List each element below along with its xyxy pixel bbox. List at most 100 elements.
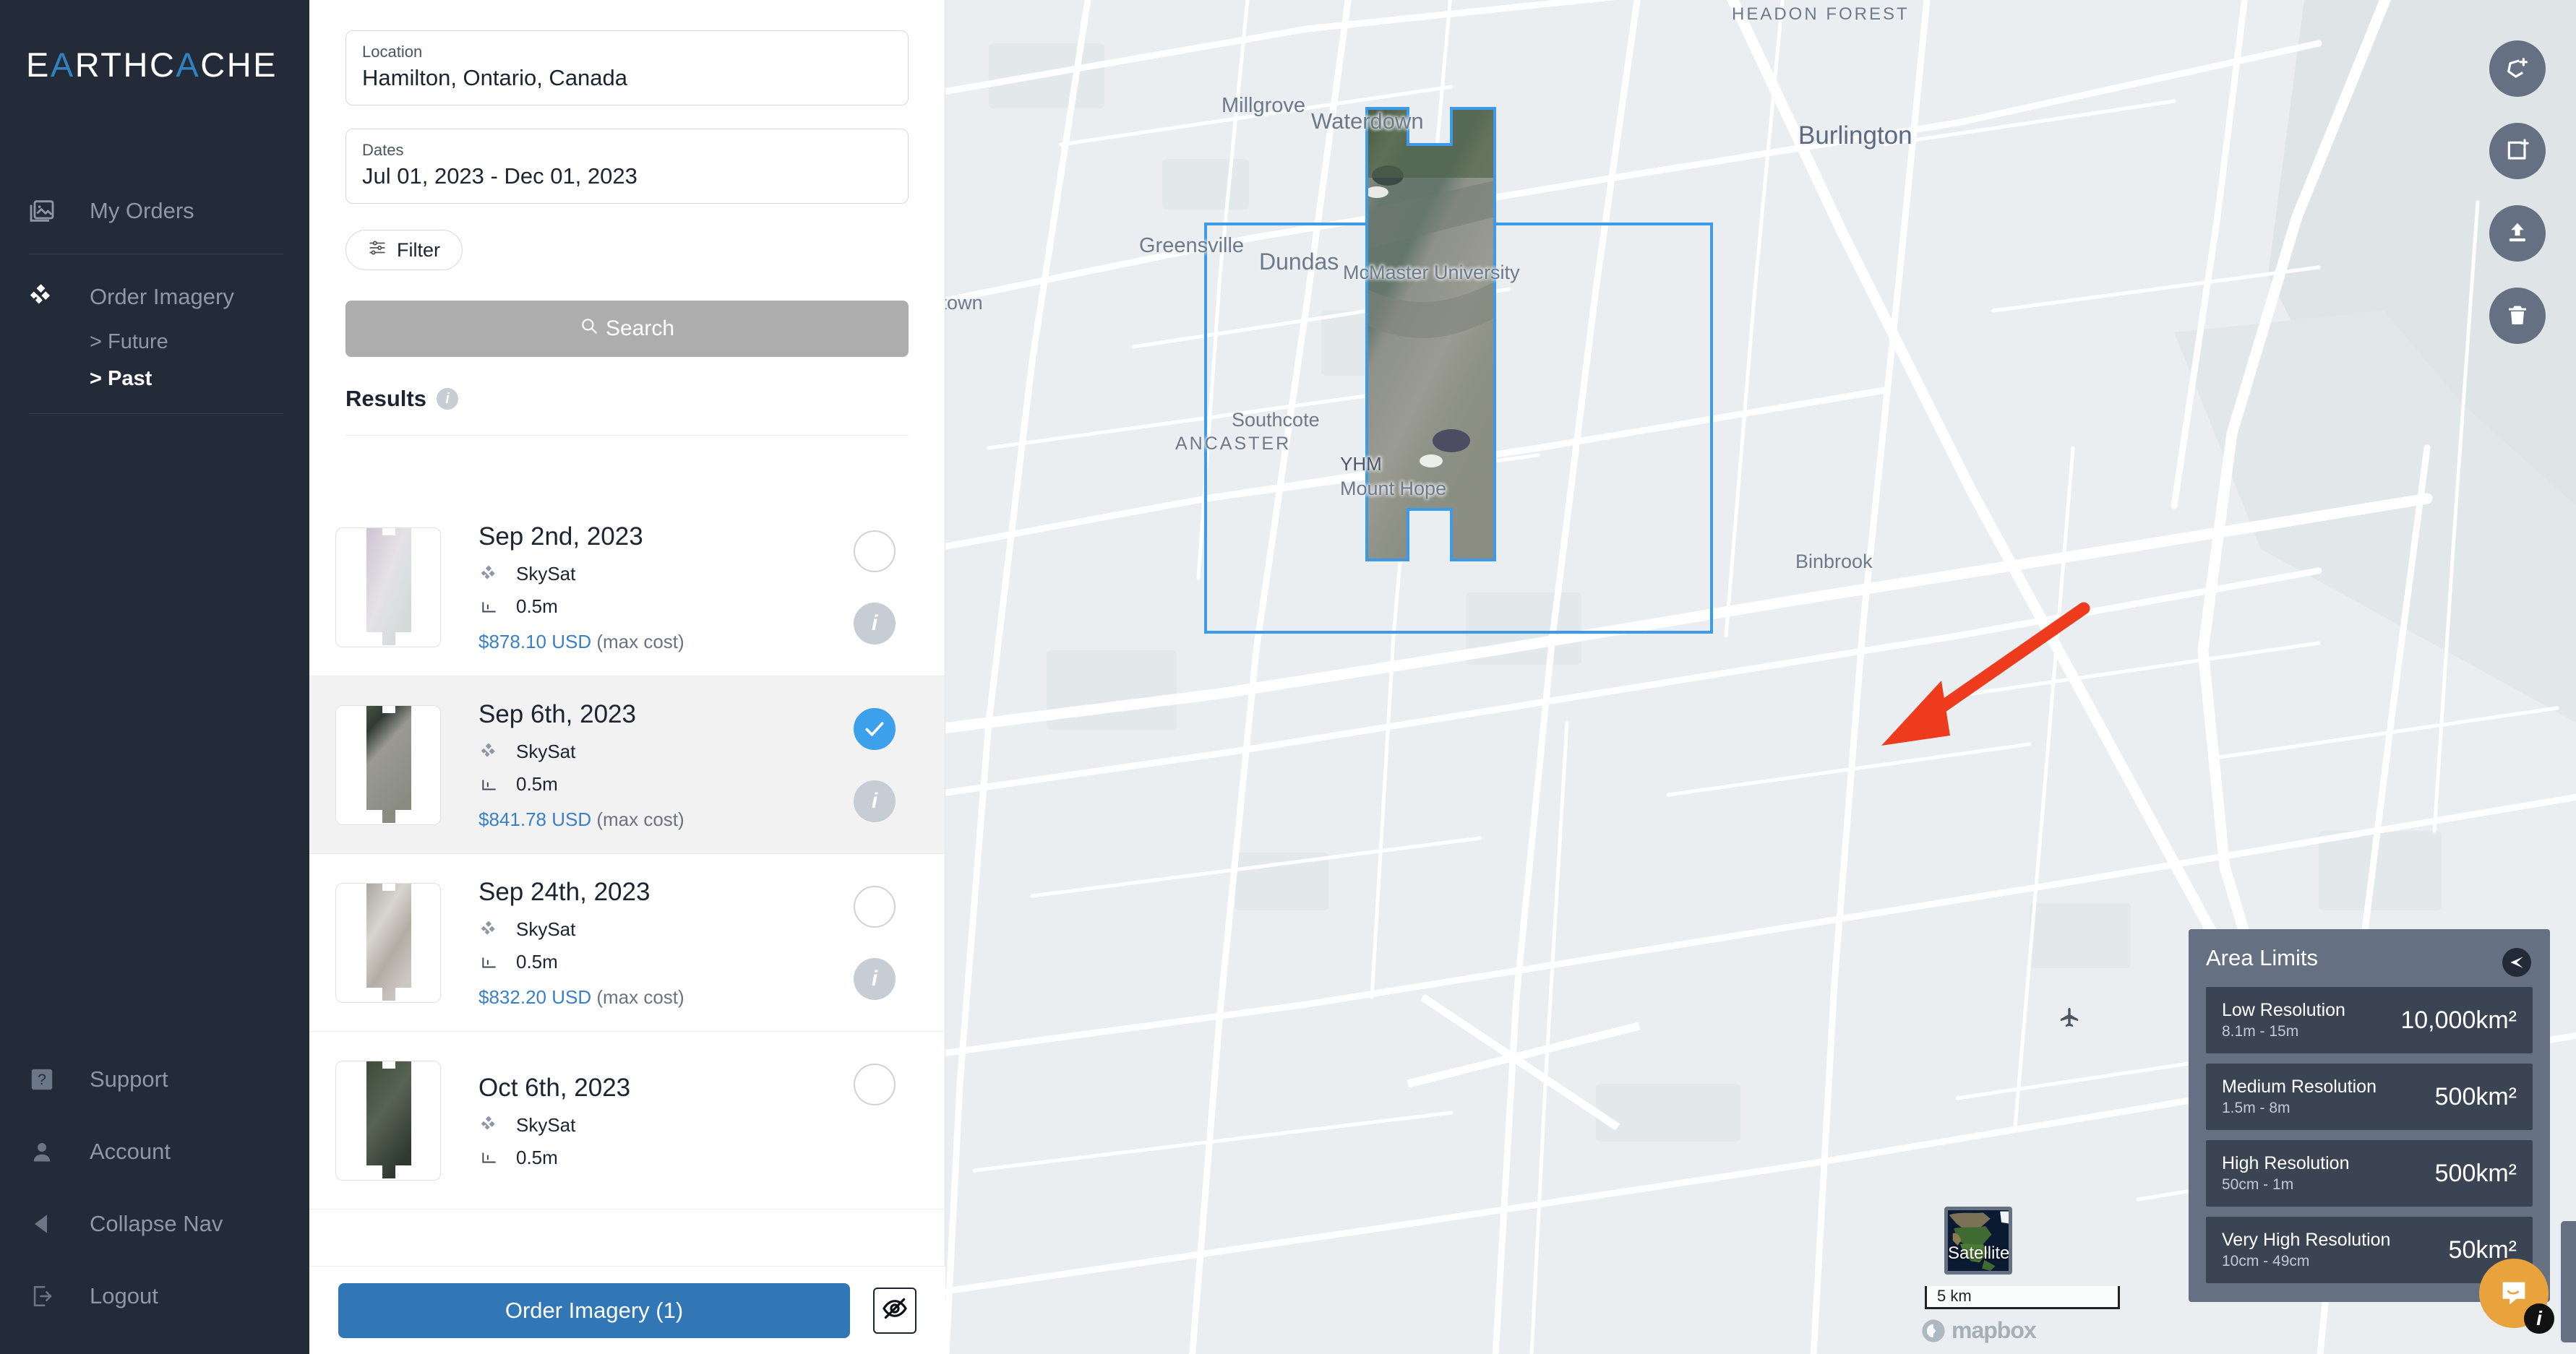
logo-accent-2: A	[176, 46, 201, 84]
logo-part-2: RTHC	[74, 46, 176, 84]
primary-nav: My Orders Order Imagery > Future > Past	[0, 184, 309, 414]
sidebar-item-collapse-nav[interactable]: Collapse Nav	[0, 1188, 309, 1260]
satellite-style-toggle[interactable]: Satellite	[1944, 1207, 2012, 1275]
result-price: $841.78 USD (max cost)	[478, 808, 842, 831]
satellite-icon	[478, 919, 500, 941]
resolution-icon	[478, 1147, 500, 1168]
search-button[interactable]: Search	[345, 301, 909, 357]
result-select-radio[interactable]	[854, 1063, 896, 1105]
result-meta: Sep 6th, 2023 SkySat 0.5m $841.78 USD (m…	[441, 699, 842, 831]
location-input[interactable]: Hamilton, Ontario, Canada	[362, 63, 892, 93]
area-limit-row: Medium Resolution 1.5m - 8m 500km²	[2206, 1064, 2533, 1130]
filter-button[interactable]: Filter	[345, 230, 463, 270]
result-resolution-line: 0.5m	[478, 1147, 842, 1169]
logout-icon	[26, 1280, 58, 1312]
sidebar-item-support[interactable]: ? Support	[0, 1043, 309, 1116]
result-actions: i	[842, 705, 909, 825]
results-label: Results	[345, 386, 426, 411]
table-row[interactable]: Sep 2nd, 2023 SkySat 0.5m $878.10 USD (m…	[309, 499, 945, 676]
sidebar-item-label: Collapse Nav	[90, 1211, 223, 1236]
draw-polygon-icon[interactable]	[2489, 40, 2546, 97]
result-sensor-line: SkySat	[478, 1114, 842, 1137]
result-sensor: SkySat	[516, 741, 576, 762]
area-limit-range: 1.5m - 8m	[2222, 1100, 2291, 1116]
table-row[interactable]: Sep 24th, 2023 SkySat 0.5m $832.20 USD (…	[309, 854, 945, 1032]
help-icon: ?	[26, 1064, 58, 1095]
sidebar: EARTHCACHE My Orders Order Imagery > Fut…	[0, 0, 309, 1354]
sidebar-item-label: Order Imagery	[90, 284, 234, 309]
result-select-radio[interactable]	[854, 707, 896, 750]
area-limit-name: Medium Resolution	[2222, 1077, 2377, 1097]
logo-part-3: CHE	[200, 46, 278, 84]
compass-icon[interactable]	[2502, 948, 2531, 977]
location-label: Location	[362, 43, 423, 61]
area-limit-value: 500km²	[2434, 1159, 2517, 1187]
resolution-icon	[478, 596, 500, 618]
dates-field[interactable]: Dates Jul 01, 2023 - Dec 01, 2023	[345, 129, 909, 204]
logo-part-1: E	[26, 46, 51, 84]
result-resolution: 0.5m	[516, 595, 558, 617]
eye-off-icon	[881, 1295, 909, 1326]
results-list[interactable]: Sep 2nd, 2023 SkySat 0.5m $878.10 USD (m…	[309, 499, 945, 1266]
result-select-radio[interactable]	[854, 530, 896, 572]
sidebar-subitem-future[interactable]: > Future	[0, 324, 309, 361]
sidebar-item-account[interactable]: Account	[0, 1116, 309, 1188]
result-meta: Sep 2nd, 2023 SkySat 0.5m $878.10 USD (m…	[441, 521, 842, 653]
result-price-note: (max cost)	[596, 808, 684, 830]
location-field[interactable]: Location Hamilton, Ontario, Canada	[345, 30, 909, 105]
order-imagery-button[interactable]: Order Imagery (1)	[338, 1282, 850, 1338]
svg-text:?: ?	[38, 1071, 46, 1088]
result-thumbnail	[335, 527, 441, 647]
area-limit-range: 50cm - 1m	[2222, 1176, 2294, 1193]
dates-input[interactable]: Jul 01, 2023 - Dec 01, 2023	[362, 161, 892, 191]
results-info-icon[interactable]: i	[436, 388, 458, 410]
result-resolution-line: 0.5m	[478, 951, 842, 973]
result-thumbnail	[335, 1060, 441, 1181]
draw-rectangle-icon[interactable]	[2489, 123, 2546, 179]
intercom-info-icon[interactable]: i	[2524, 1303, 2554, 1334]
map-controls	[2489, 40, 2546, 344]
result-actions	[842, 1061, 909, 1181]
result-info-icon[interactable]: i	[854, 602, 896, 644]
sidebar-item-my-orders[interactable]: My Orders	[0, 184, 309, 238]
nav-divider-2	[29, 413, 283, 414]
result-sensor-line: SkySat	[478, 563, 842, 585]
area-limit-row: High Resolution 50cm - 1m 500km²	[2206, 1140, 2533, 1207]
result-date: Sep 2nd, 2023	[478, 522, 643, 551]
result-select-radio[interactable]	[854, 885, 896, 928]
result-resolution: 0.5m	[516, 773, 558, 795]
search-form: Location Hamilton, Ontario, Canada Dates…	[309, 0, 945, 436]
toggle-preview-visibility-button[interactable]	[873, 1287, 916, 1334]
map-canvas[interactable]: HEADON FOREST Millgrove Waterdown Burlin…	[945, 0, 2576, 1354]
table-row[interactable]: Oct 6th, 2023 SkySat 0.5m	[309, 1032, 945, 1209]
mapbox-attribution[interactable]: mapbox	[1921, 1317, 2037, 1344]
result-price: $878.10 USD (max cost)	[478, 631, 842, 653]
result-sensor-line: SkySat	[478, 918, 842, 941]
images-icon	[26, 195, 58, 227]
result-price-note: (max cost)	[596, 631, 684, 652]
satellite-icon	[478, 564, 500, 585]
sidebar-item-logout[interactable]: Logout	[0, 1260, 309, 1332]
resolution-icon	[478, 952, 500, 973]
result-info-icon[interactable]: i	[854, 957, 896, 1000]
sidebar-item-label: Logout	[90, 1283, 158, 1308]
area-limits-panel: Area Limits Low Resolution 8.1m - 15m 10…	[2189, 929, 2550, 1302]
upload-icon[interactable]	[2489, 205, 2546, 262]
sidebar-item-order-imagery[interactable]: Order Imagery	[0, 270, 309, 324]
result-actions: i	[842, 527, 909, 647]
sidebar-item-label: My Orders	[90, 198, 194, 223]
table-row[interactable]: Sep 6th, 2023 SkySat 0.5m $841.78 USD (m…	[309, 676, 945, 854]
area-limit-name: Very High Resolution	[2222, 1230, 2391, 1250]
result-info-icon[interactable]: i	[854, 780, 896, 822]
logo-accent-1: A	[50, 46, 75, 84]
secondary-nav: ? Support Account Collapse Nav Logout	[0, 1043, 309, 1354]
mapbox-mark-icon	[1922, 1319, 1945, 1342]
sidebar-item-label: Account	[90, 1139, 171, 1164]
sidebar-subitem-past[interactable]: > Past	[0, 361, 309, 397]
results-header: Results i	[345, 386, 909, 419]
result-resolution: 0.5m	[516, 1146, 558, 1168]
area-limit-range: 8.1m - 15m	[2222, 1023, 2299, 1040]
area-limit-value: 500km²	[2434, 1082, 2517, 1111]
delete-icon[interactable]	[2489, 288, 2546, 344]
area-limit-row: Very High Resolution 10cm - 49cm 50km²	[2206, 1217, 2533, 1283]
